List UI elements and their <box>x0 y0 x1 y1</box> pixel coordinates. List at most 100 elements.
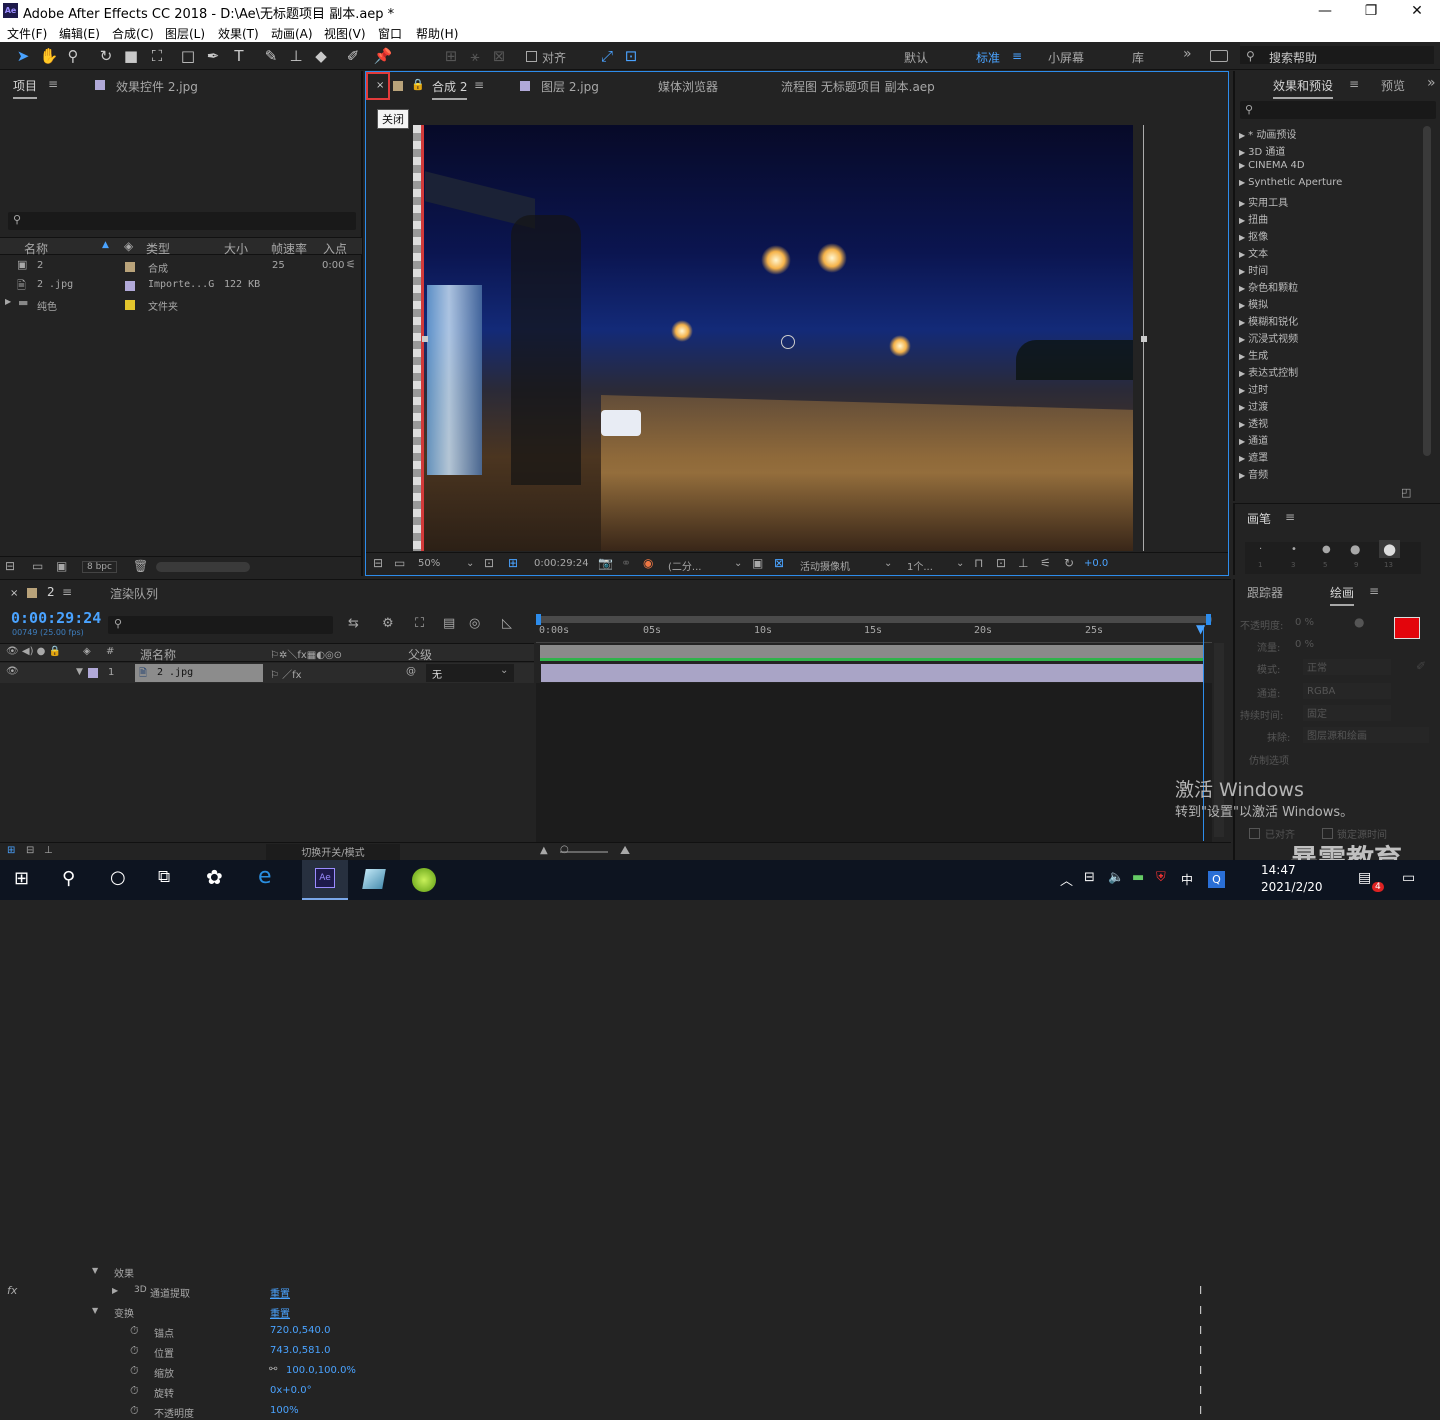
layer-name-box[interactable]: 🗎 2 .jpg <box>135 664 263 682</box>
effects-category-item[interactable]: ▶ 文本 <box>1239 245 1268 260</box>
green-app-icon[interactable] <box>412 868 436 892</box>
effects-category-item[interactable]: ▶ 表达式控制 <box>1239 364 1298 379</box>
property-row[interactable]: ▼ 效果 <box>0 1264 1235 1280</box>
new-folder-icon[interactable]: ◰ <box>1401 486 1411 499</box>
current-time[interactable]: 0:00:29:24 <box>534 558 589 569</box>
expand-arrow-icon[interactable]: ▶ <box>1239 403 1245 412</box>
tab-menu-icon[interactable]: ≡ <box>62 585 72 599</box>
interpret-footage-icon[interactable]: ⊟ <box>5 559 15 573</box>
effects-category-item[interactable]: ▶ 时间 <box>1239 262 1268 277</box>
col-parent[interactable]: 父级 <box>408 646 432 663</box>
label-tag-icon[interactable]: ◈ <box>83 646 91 657</box>
in-out-icon[interactable]: ⊥ <box>44 845 53 856</box>
tab-brush[interactable]: 画笔 <box>1247 510 1271 527</box>
project-search-input[interactable] <box>8 212 356 230</box>
comp-mini-flowchart-icon[interactable]: ⇆ <box>348 616 359 631</box>
frame-blending-icon[interactable]: ▤ <box>443 616 455 631</box>
lock-icon[interactable]: 🔒 <box>411 78 425 91</box>
property-row[interactable]: ⏱ 缩放 ⚯ 100.0,100.0% I <box>0 1364 1235 1380</box>
tab-menu-icon[interactable]: ≡ <box>474 78 484 92</box>
playhead-icon[interactable]: ▼ <box>1196 622 1205 636</box>
work-area-end[interactable] <box>1206 614 1211 625</box>
ie-browser-icon[interactable]: e <box>258 864 272 889</box>
resolution-select[interactable]: (二分... <box>668 558 701 573</box>
ime-indicator[interactable]: 中 <box>1181 871 1193 888</box>
expand-arrow-icon[interactable]: ▶ <box>1239 420 1245 429</box>
property-value[interactable]: 重置 <box>270 1305 290 1320</box>
effects-category-item[interactable]: ▶ 模糊和锐化 <box>1239 313 1298 328</box>
layer-switches-icon[interactable]: ⊞ <box>7 845 15 856</box>
tab-preview[interactable]: 预览 <box>1381 77 1405 94</box>
chevron-down-icon[interactable]: ⌄ <box>734 558 742 569</box>
puppet-pin-tool-icon[interactable]: 📌 <box>372 46 394 66</box>
workspace-standard[interactable]: 标准 <box>976 49 1000 66</box>
effects-category-item[interactable]: ▶ 遮罩 <box>1239 449 1268 464</box>
maximize-button[interactable]: ❐ <box>1348 0 1394 22</box>
tray-expand-icon[interactable]: ︿ <box>1060 870 1073 889</box>
hide-shy-icon[interactable]: ⛶ <box>415 616 424 631</box>
effects-category-item[interactable]: ▶ 透视 <box>1239 415 1268 430</box>
menu-effect[interactable]: 效果(T) <box>218 25 259 42</box>
zoom-select[interactable]: 50% <box>418 558 440 569</box>
show-snapshot-icon[interactable]: ⚭ <box>621 556 631 570</box>
collapse-arrow-icon[interactable]: ▼ <box>92 1266 98 1275</box>
menu-help[interactable]: 帮助(H) <box>416 25 458 42</box>
effects-category-item[interactable]: ▶ Synthetic Aperture <box>1239 177 1342 188</box>
expand-arrow-icon[interactable]: ▶ <box>1239 301 1245 310</box>
video-eye-icon[interactable]: 👁 <box>6 666 19 677</box>
chevron-down-icon[interactable]: ⌄ <box>956 558 964 569</box>
layer-row[interactable]: 👁 ▼ 1 🗎 2 .jpg ⚐ ／fx @ 无 ⌄ <box>0 663 534 683</box>
expand-arrow-icon[interactable]: ▶ <box>1239 148 1245 157</box>
windows-start-icon[interactable]: ⊞ <box>14 868 29 889</box>
effects-category-item[interactable]: ▶ 模拟 <box>1239 296 1268 311</box>
layer-switches[interactable]: ⚐ ／fx <box>270 666 302 681</box>
snap-grid-icon[interactable]: ⊡ <box>620 46 642 66</box>
property-value[interactable]: 重置 <box>270 1285 290 1300</box>
expand-arrow-icon[interactable]: ▶ <box>112 1286 118 1295</box>
brush-dot-selected[interactable]: ● <box>1379 540 1401 558</box>
workspace-small-screen[interactable]: 小屏幕 <box>1048 49 1084 66</box>
color-channels-icon[interactable]: ◉ <box>643 556 653 570</box>
tab-tracker[interactable]: 跟踪器 <box>1247 584 1283 601</box>
opacity-value[interactable]: 0 % <box>1295 617 1314 628</box>
layer-handle[interactable] <box>422 336 428 342</box>
menu-window[interactable]: 窗口 <box>378 25 402 42</box>
stopwatch-icon[interactable]: ⏱ <box>130 1324 139 1338</box>
zoom-in-icon[interactable]: ⛰ <box>620 843 630 858</box>
expand-arrow-icon[interactable]: ▶ <box>1239 369 1245 378</box>
brush-dot[interactable]: · <box>1259 544 1262 555</box>
expand-arrow-icon[interactable]: ▶ <box>5 297 11 306</box>
property-value[interactable]: 0x+0.0° <box>270 1385 312 1396</box>
effects-search-input[interactable] <box>1240 101 1436 119</box>
eyedropper-icon[interactable]: ✐ <box>1416 659 1426 673</box>
expand-arrow-icon[interactable]: ▶ <box>1239 250 1245 259</box>
security-shield-icon[interactable]: ⛨ <box>1156 870 1166 885</box>
project-item[interactable]: ▶ ▬ 纯色 文件夹 <box>0 295 362 314</box>
camera-tool-icon[interactable]: ■ <box>120 46 142 66</box>
expand-arrow-icon[interactable]: ▶ <box>1239 335 1245 344</box>
expand-arrow-icon[interactable]: ▶ <box>1239 386 1245 395</box>
av-features-icon[interactable]: 👁 ◀) ● 🔒 <box>6 646 61 657</box>
effects-category-item[interactable]: ▶ 通道 <box>1239 432 1268 447</box>
pickwhip-icon[interactable]: @ <box>406 666 416 677</box>
expand-arrow-icon[interactable]: ▶ <box>1239 437 1245 446</box>
workspace-default[interactable]: 默认 <box>904 49 928 66</box>
more-panels-icon[interactable]: » <box>1427 75 1436 91</box>
transfer-controls-icon[interactable]: ⊟ <box>26 845 34 856</box>
property-value[interactable]: 743.0,581.0 <box>270 1345 330 1356</box>
work-area-start[interactable] <box>536 614 541 625</box>
views-select[interactable]: 1个... <box>907 558 933 573</box>
tab-media-browser[interactable]: 媒体浏览器 <box>658 78 718 95</box>
erase-select[interactable]: 图层源和绘画 <box>1303 727 1429 743</box>
timeline-timecode[interactable]: 0:00:29:24 <box>11 609 101 627</box>
tab-composition[interactable]: 合成 2 <box>432 78 468 100</box>
property-row[interactable]: ⏱ 旋转 0x+0.0° I <box>0 1384 1235 1400</box>
qq-icon[interactable]: Q <box>1208 871 1225 888</box>
fx-icon[interactable]: fx <box>7 1284 17 1297</box>
transparency-grid-icon[interactable]: ⊠ <box>774 556 784 570</box>
brush-tool-icon[interactable]: ✎ <box>260 46 282 66</box>
region-of-interest-icon[interactable]: ▣ <box>752 556 763 570</box>
workspace-library[interactable]: 库 <box>1132 49 1144 66</box>
fit-icon[interactable]: ⊡ <box>484 556 494 570</box>
flowchart-icon[interactable]: ⚟ <box>346 258 356 271</box>
